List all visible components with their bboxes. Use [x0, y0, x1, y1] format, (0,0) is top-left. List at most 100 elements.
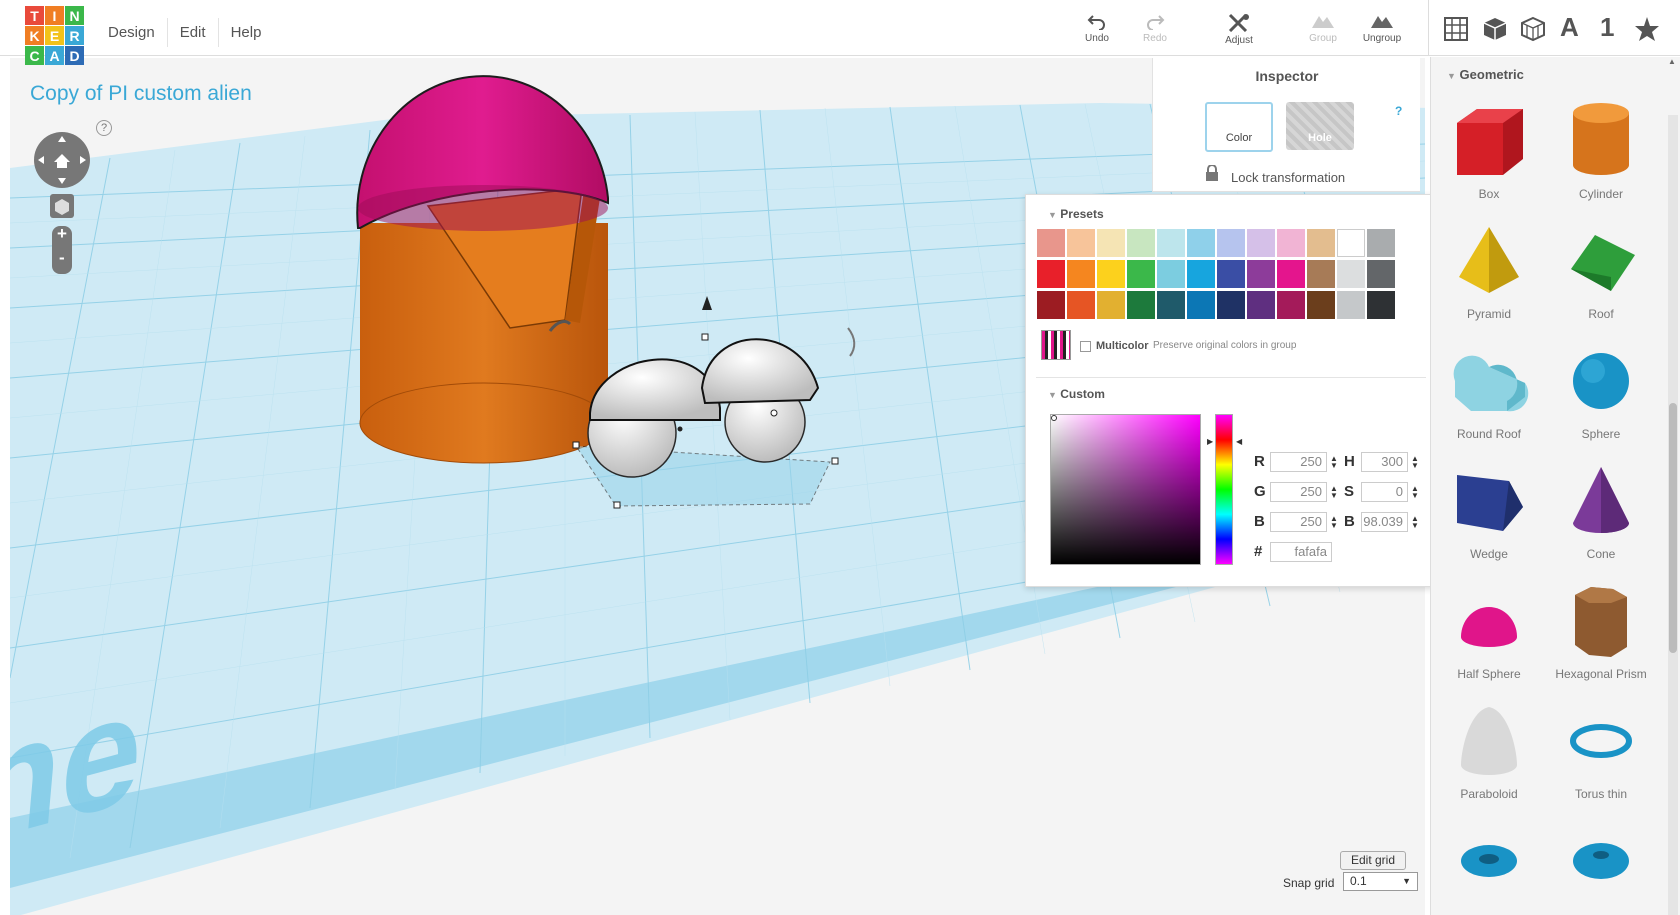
star-icon[interactable]	[1634, 16, 1660, 42]
grid-view-icon[interactable]	[1444, 17, 1468, 41]
h-spinner-icon[interactable]: ▲ ▼	[1411, 455, 1419, 470]
presets-header[interactable]: ▼ Presets	[1048, 207, 1104, 221]
menu-design[interactable]: Design	[96, 18, 168, 47]
group-button[interactable]: Group	[1293, 12, 1353, 44]
shape-cylinder[interactable]: Cylinder	[1546, 101, 1656, 201]
color-swatch[interactable]	[1247, 229, 1275, 257]
color-swatch[interactable]	[1127, 291, 1155, 319]
color-swatch[interactable]	[1127, 260, 1155, 288]
color-swatch[interactable]	[1277, 229, 1305, 257]
shape-wedge[interactable]: Wedge	[1434, 461, 1544, 561]
v-field[interactable]: 98.039	[1361, 512, 1408, 532]
color-swatch[interactable]	[1067, 291, 1095, 319]
shape-half-sphere[interactable]: Half Sphere	[1434, 581, 1544, 681]
color-swatch[interactable]	[1367, 260, 1395, 288]
snap-grid-select[interactable]: 0.1 ▼	[1343, 872, 1418, 891]
color-swatch[interactable]	[1157, 260, 1185, 288]
color-swatch[interactable]	[1307, 229, 1335, 257]
h-field[interactable]: 300	[1361, 452, 1408, 472]
picker-cursor[interactable]	[1051, 415, 1057, 421]
wireframe-box-icon[interactable]	[1520, 16, 1546, 42]
shape-torus-thin[interactable]: Torus thin	[1546, 701, 1656, 801]
lock-transformation-label[interactable]: Lock transformation	[1231, 170, 1345, 185]
color-swatch[interactable]	[1337, 229, 1365, 257]
box-view-icon[interactable]	[1482, 16, 1508, 42]
lock-icon[interactable]	[1205, 165, 1219, 181]
color-swatch[interactable]	[1367, 291, 1395, 319]
s-field[interactable]: 0	[1361, 482, 1408, 502]
category-header[interactable]: ▼ Geometric	[1447, 67, 1524, 82]
shape-torus[interactable]	[1434, 821, 1544, 907]
redo-button[interactable]: Redo	[1125, 12, 1185, 44]
number-tool-icon[interactable]: 1	[1600, 12, 1614, 43]
shape-pyramid[interactable]: Pyramid	[1434, 221, 1544, 321]
color-swatch[interactable]	[1217, 291, 1245, 319]
color-button[interactable]: Color	[1205, 102, 1273, 152]
undo-button[interactable]: Undo	[1067, 12, 1127, 44]
color-swatch[interactable]	[1217, 260, 1245, 288]
g-field[interactable]: 250	[1270, 482, 1327, 502]
tinkercad-logo[interactable]: T I N K E R C A D	[25, 6, 85, 66]
color-swatch[interactable]	[1307, 291, 1335, 319]
color-swatch[interactable]	[1277, 260, 1305, 288]
menu-help[interactable]: Help	[219, 18, 274, 47]
scrollbar-track[interactable]	[1668, 115, 1678, 915]
zoom-out-button[interactable]: -	[59, 248, 65, 268]
color-swatch[interactable]	[1067, 260, 1095, 288]
color-swatch[interactable]	[1187, 291, 1215, 319]
r-field[interactable]: 250	[1270, 452, 1327, 472]
color-swatch[interactable]	[1097, 291, 1125, 319]
multicolor-swatch[interactable]	[1041, 330, 1071, 360]
scroll-up-icon[interactable]: ▲	[1668, 57, 1676, 66]
color-swatch[interactable]	[1037, 260, 1065, 288]
color-swatch[interactable]	[1097, 229, 1125, 257]
color-swatch[interactable]	[1217, 229, 1245, 257]
color-swatch[interactable]	[1127, 229, 1155, 257]
color-swatch[interactable]	[1037, 229, 1065, 257]
hex-field[interactable]: fafafa	[1270, 542, 1332, 562]
color-swatch[interactable]	[1337, 260, 1365, 288]
color-swatch[interactable]	[1247, 260, 1275, 288]
multicolor-checkbox[interactable]	[1080, 341, 1091, 352]
s-spinner-icon[interactable]: ▲ ▼	[1411, 485, 1419, 500]
ungroup-button[interactable]: Ungroup	[1352, 12, 1412, 44]
shape-paraboloid[interactable]: Paraboloid	[1434, 701, 1544, 801]
hue-slider[interactable]	[1215, 414, 1233, 565]
color-swatch[interactable]	[1307, 260, 1335, 288]
color-swatch[interactable]	[1337, 291, 1365, 319]
b-spinner-icon[interactable]: ▲ ▼	[1330, 515, 1338, 530]
b-field[interactable]: 250	[1270, 512, 1327, 532]
color-swatch[interactable]	[1247, 291, 1275, 319]
v-spinner-icon[interactable]: ▲ ▼	[1411, 515, 1419, 530]
hole-button[interactable]: Hole	[1286, 102, 1354, 150]
color-swatch[interactable]	[1277, 291, 1305, 319]
zoom-in-button[interactable]: +	[57, 224, 67, 244]
shape-hexagonal-prism[interactable]: Hexagonal Prism	[1546, 581, 1656, 681]
shape-roof[interactable]: Roof	[1546, 221, 1656, 321]
color-swatch[interactable]	[1187, 229, 1215, 257]
shape-tube[interactable]	[1546, 821, 1656, 907]
edit-grid-button[interactable]: Edit grid	[1340, 851, 1407, 870]
color-swatch[interactable]	[1097, 260, 1125, 288]
color-swatch[interactable]	[1157, 229, 1185, 257]
g-spinner-icon[interactable]: ▲ ▼	[1330, 485, 1338, 500]
shape-round-roof[interactable]: Round Roof	[1434, 341, 1544, 441]
color-swatch[interactable]	[1157, 291, 1185, 319]
color-swatch[interactable]	[1367, 229, 1395, 257]
custom-header[interactable]: ▼ Custom	[1048, 387, 1105, 401]
view-help-button[interactable]: ?	[96, 120, 112, 136]
color-swatch[interactable]	[1067, 229, 1095, 257]
shape-box[interactable]: Box	[1434, 101, 1544, 201]
shape-cone[interactable]: Cone	[1546, 461, 1656, 561]
text-tool-icon[interactable]: A	[1560, 12, 1579, 43]
color-swatch[interactable]	[1187, 260, 1215, 288]
saturation-value-picker[interactable]	[1050, 414, 1201, 565]
shape-sphere[interactable]: Sphere	[1546, 341, 1656, 441]
color-swatch[interactable]	[1037, 291, 1065, 319]
menu-edit[interactable]: Edit	[168, 18, 219, 47]
project-title[interactable]: Copy of PI custom alien	[30, 82, 252, 106]
adjust-button[interactable]: Adjust	[1209, 12, 1269, 46]
r-spinner-icon[interactable]: ▲ ▼	[1330, 455, 1338, 470]
scrollbar-thumb[interactable]	[1669, 403, 1677, 653]
inspector-help-button[interactable]: ?	[1395, 104, 1402, 118]
